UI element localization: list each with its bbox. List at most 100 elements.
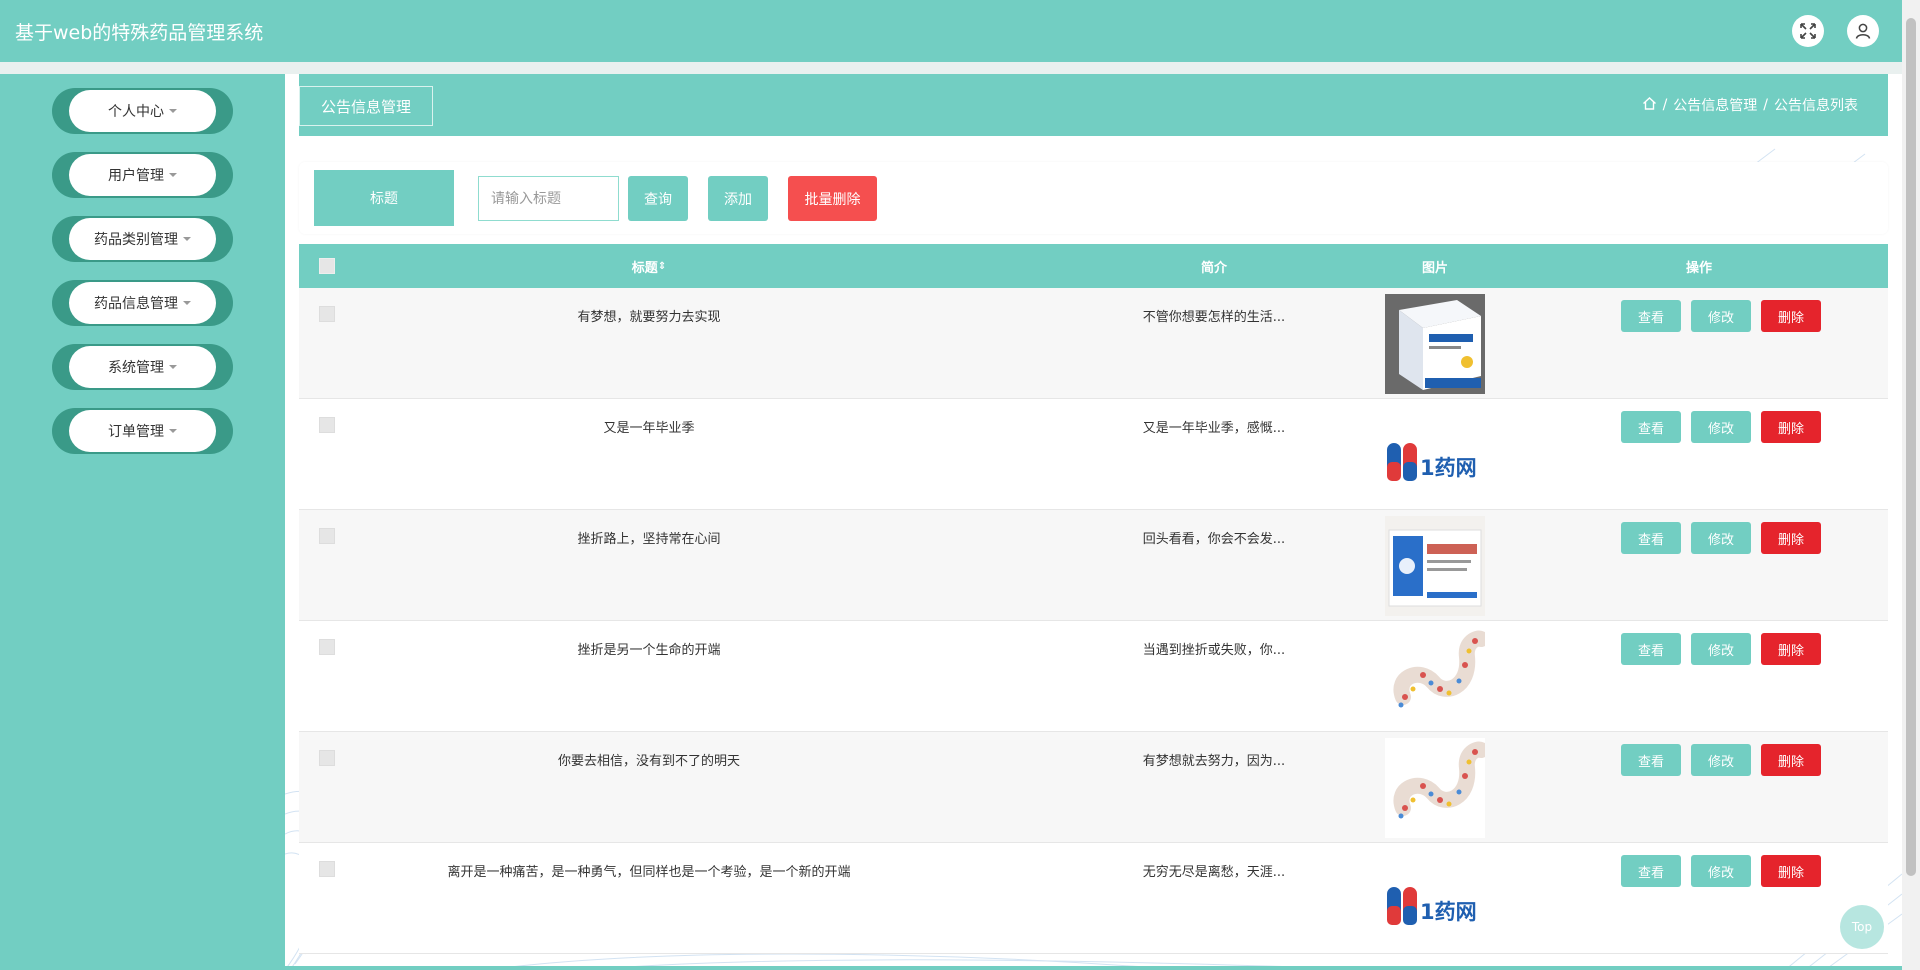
breadcrumb-separator: /: [1662, 97, 1668, 113]
breadcrumb-item[interactable]: 公告信息管理: [1673, 95, 1757, 115]
chevron-down-icon: [183, 237, 191, 241]
chevron-down-icon: [183, 301, 191, 305]
chevron-down-icon: [169, 365, 177, 369]
sidebar-item-label: 药品类别管理: [94, 232, 178, 248]
row-title: 又是一年毕业季: [603, 421, 695, 436]
search-label: 标题: [314, 170, 454, 226]
scrollbar[interactable]: [1902, 0, 1920, 970]
row-title: 离开是一种痛苦，是一种勇气，但同样也是一个考验，是一个新的开端: [447, 865, 851, 880]
breadcrumb-separator: /: [1763, 97, 1768, 113]
sidebar-item-user-management[interactable]: 用户管理: [52, 152, 233, 198]
main-content: 公告信息管理 / 公告信息管理 / 公告信息列表 标题 查询 添加 批量删除 标…: [285, 74, 1902, 970]
view-button[interactable]: 查看: [1621, 855, 1681, 887]
sidebar-item-label: 用户管理: [108, 168, 164, 184]
breadcrumb-bar: 公告信息管理 / 公告信息管理 / 公告信息列表: [299, 74, 1888, 136]
bottom-strip: [0, 966, 1902, 970]
table-row: 你要去相信，没有到不了的明天 有梦想就去努力，因为... 查看 修改 删除: [299, 732, 1888, 843]
1yao-logo-image: 1药网: [1385, 405, 1485, 505]
chevron-down-icon: [169, 429, 177, 433]
logo-text: 1药网: [1420, 456, 1477, 480]
breadcrumb-item: 公告信息列表: [1774, 98, 1858, 114]
sort-icon[interactable]: ⇕: [658, 261, 666, 272]
pill-swirl-image: [1385, 627, 1485, 727]
table-row: 有梦想，就要努力去实现 不管你想要怎样的生活... 查看 修改 删除: [299, 288, 1888, 399]
breadcrumb: / 公告信息管理 / 公告信息列表: [1642, 95, 1858, 115]
view-button[interactable]: 查看: [1621, 744, 1681, 776]
pill-swirl-image: [1385, 738, 1485, 838]
search-bar: 标题 查询 添加 批量删除: [299, 162, 1888, 234]
row-title: 挫折路上，坚持常在心间: [577, 532, 721, 547]
title-search-input[interactable]: [478, 176, 619, 221]
query-button[interactable]: 查询: [628, 176, 688, 221]
delete-button[interactable]: 删除: [1761, 411, 1821, 443]
sidebar-item-drug-info[interactable]: 药品信息管理: [52, 280, 233, 326]
row-summary: 又是一年毕业季，感慨...: [1142, 421, 1286, 436]
scrollbar-thumb[interactable]: [1906, 18, 1916, 876]
sidebar-item-drug-category[interactable]: 药品类别管理: [52, 216, 233, 262]
home-icon[interactable]: [1642, 96, 1657, 115]
sidebar-item-system[interactable]: 系统管理: [52, 344, 233, 390]
column-header-actions: 操作: [1685, 260, 1712, 276]
view-button[interactable]: 查看: [1621, 300, 1681, 332]
row-checkbox[interactable]: [319, 861, 335, 877]
add-button[interactable]: 添加: [708, 176, 768, 221]
chevron-down-icon: [169, 109, 177, 113]
sidebar: 个人中心 用户管理 药品类别管理 药品信息管理 系统管理 订单管理: [0, 74, 285, 970]
edit-button[interactable]: 修改: [1691, 633, 1751, 665]
edit-button[interactable]: 修改: [1691, 855, 1751, 887]
edit-button[interactable]: 修改: [1691, 522, 1751, 554]
sidebar-item-label: 药品信息管理: [94, 296, 178, 312]
sidebar-item-label: 订单管理: [108, 424, 164, 440]
view-button[interactable]: 查看: [1621, 411, 1681, 443]
edit-button[interactable]: 修改: [1691, 744, 1751, 776]
delete-button[interactable]: 删除: [1761, 855, 1821, 887]
select-all-checkbox[interactable]: [319, 258, 335, 274]
row-checkbox[interactable]: [319, 528, 335, 544]
sidebar-item-label: 系统管理: [108, 360, 164, 376]
header-title-label: 标题: [631, 260, 658, 276]
page-title-tab[interactable]: 公告信息管理: [299, 86, 433, 126]
notice-table: 标题⇕ 简介 图片 操作 有梦想，就要努力去实现 不管你想要怎样的生活...: [299, 244, 1888, 954]
back-to-top-button[interactable]: Top: [1840, 905, 1884, 949]
view-button[interactable]: 查看: [1621, 633, 1681, 665]
edit-button[interactable]: 修改: [1691, 411, 1751, 443]
delete-button[interactable]: 删除: [1761, 522, 1821, 554]
row-summary: 当遇到挫折或失败，你...: [1142, 643, 1286, 658]
app-title: 基于web的特殊药品管理系统: [15, 22, 264, 44]
table-row: 挫折路上，坚持常在心间 回头看看，你会不会发... 查看 修改 删除: [299, 510, 1888, 621]
1yao-logo-image: 1药网: [1385, 849, 1485, 949]
table-header: 标题 ⇕ 简介 图片 操作: [299, 244, 1888, 288]
delete-button[interactable]: 删除: [1761, 633, 1821, 665]
row-title: 你要去相信，没有到不了的明天: [557, 754, 740, 769]
delete-button[interactable]: 删除: [1761, 744, 1821, 776]
top-gap: [0, 62, 1902, 74]
row-checkbox[interactable]: [319, 639, 335, 655]
table-row: 又是一年毕业季 又是一年毕业季，感慨... 1药网 查看 修改 删除: [299, 399, 1888, 510]
row-checkbox[interactable]: [319, 750, 335, 766]
column-header-image: 图片: [1421, 260, 1448, 276]
edit-button[interactable]: 修改: [1691, 300, 1751, 332]
medicine-box-image: [1385, 294, 1485, 394]
row-title: 挫折是另一个生命的开端: [577, 643, 721, 658]
batch-delete-button[interactable]: 批量删除: [788, 176, 877, 221]
row-checkbox[interactable]: [319, 417, 335, 433]
row-summary: 有梦想就去努力，因为...: [1142, 754, 1286, 769]
delete-button[interactable]: 删除: [1761, 300, 1821, 332]
row-summary: 回头看看，你会不会发...: [1142, 532, 1286, 547]
column-header-title[interactable]: 标题 ⇕: [549, 244, 749, 288]
top-bar: 基于web的特殊药品管理系统: [0, 0, 1902, 62]
column-header-summary: 简介: [1200, 260, 1227, 276]
medicine-box-tablets-image: [1385, 516, 1485, 616]
row-title: 有梦想，就要努力去实现: [577, 310, 721, 325]
view-button[interactable]: 查看: [1621, 522, 1681, 554]
sidebar-item-orders[interactable]: 订单管理: [52, 408, 233, 454]
user-icon[interactable]: [1847, 15, 1879, 47]
sidebar-item-personal-center[interactable]: 个人中心: [52, 88, 233, 134]
logo-text: 1药网: [1420, 900, 1477, 924]
table-row: 离开是一种痛苦，是一种勇气，但同样也是一个考验，是一个新的开端 无穷无尽是离愁，…: [299, 843, 1888, 954]
chevron-down-icon: [169, 173, 177, 177]
row-checkbox[interactable]: [319, 306, 335, 322]
fullscreen-icon[interactable]: [1792, 15, 1824, 47]
row-summary: 无穷无尽是离愁，天涯...: [1142, 865, 1286, 880]
table-row: 挫折是另一个生命的开端 当遇到挫折或失败，你... 查看 修改 删除: [299, 621, 1888, 732]
